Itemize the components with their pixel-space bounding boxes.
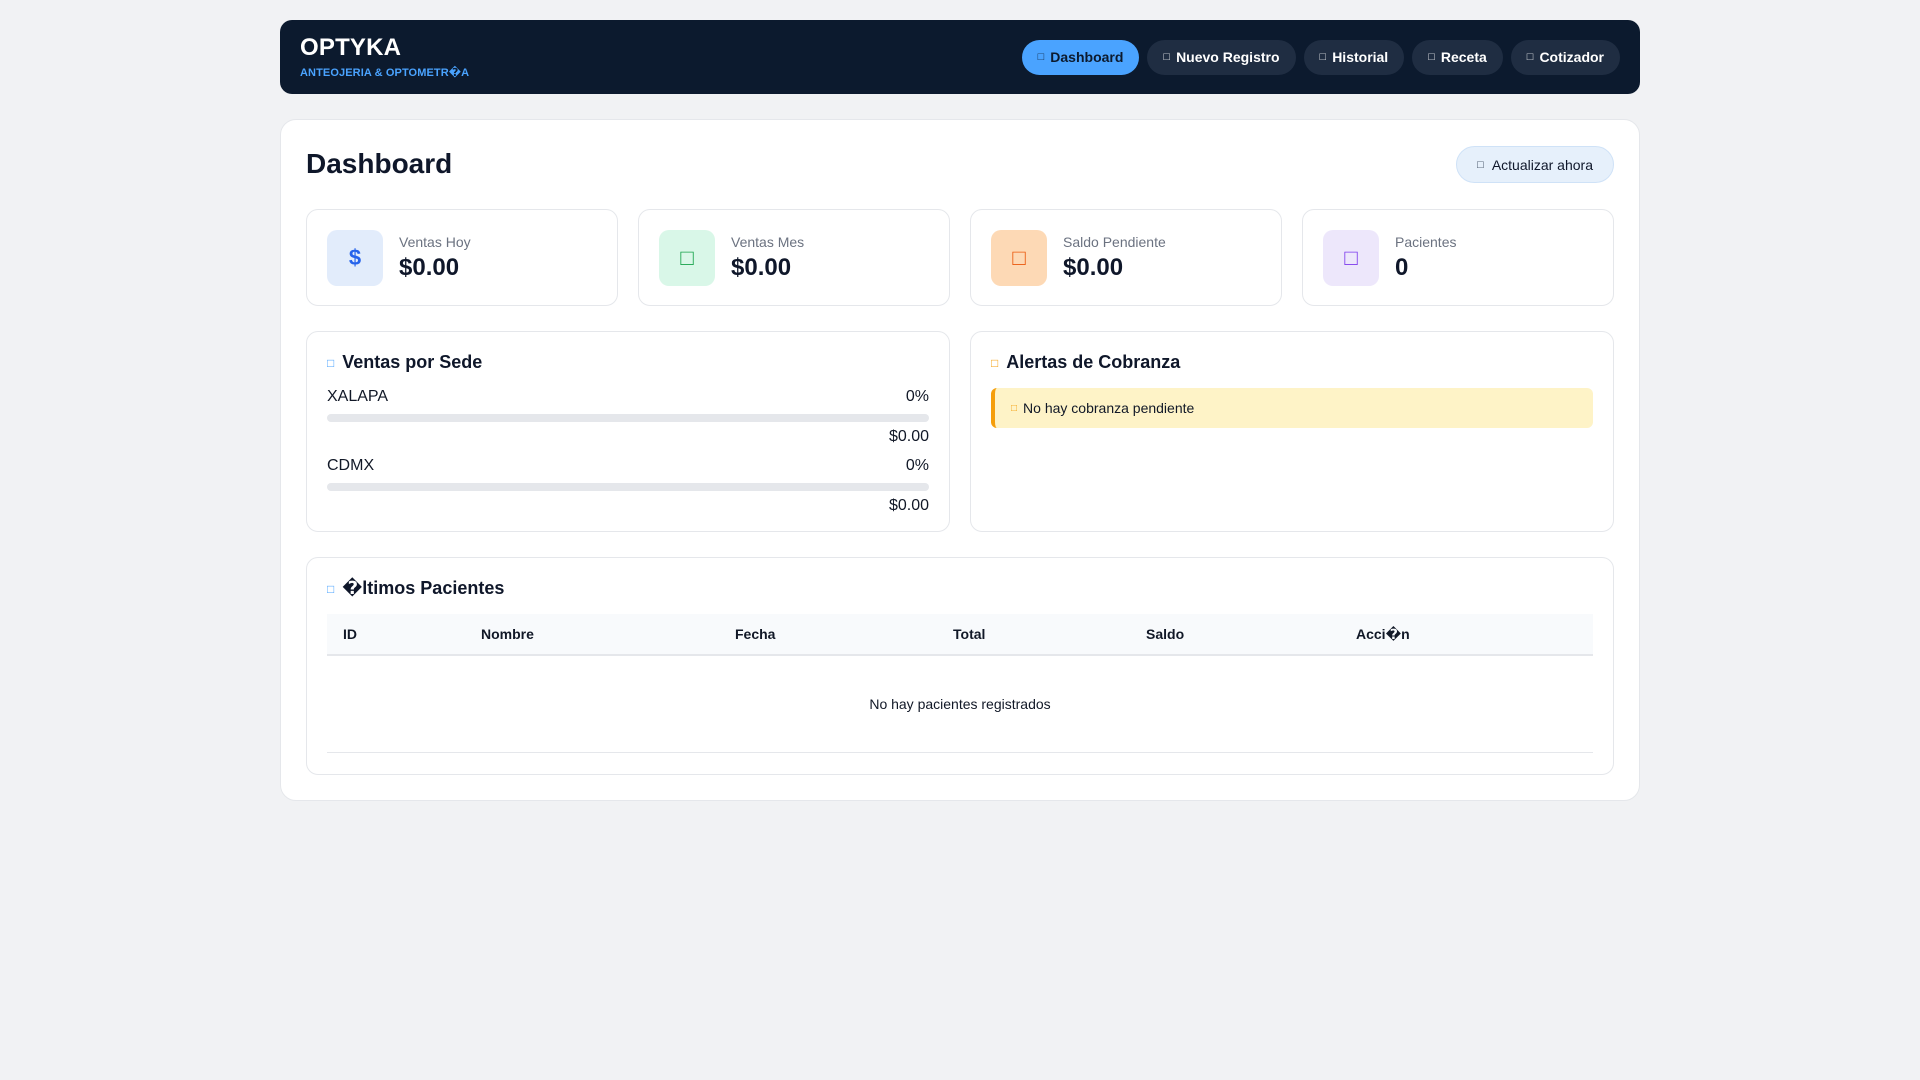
- main-nav: □ Dashboard □ Nuevo Registro □ Historial…: [1021, 39, 1620, 75]
- stats-row: $ Ventas Hoy $0.00 □ Ventas Mes $0.00 □ …: [306, 209, 1614, 306]
- sede-name: CDMX: [327, 457, 375, 474]
- refresh-label: Actualizar ahora: [1491, 156, 1593, 173]
- sede-amount: $0.00: [888, 428, 929, 445]
- sede-percent: 0%: [905, 388, 929, 405]
- stat-card-ventas-mes: □ Ventas Mes $0.00: [638, 209, 950, 306]
- sede-amount: $0.00: [888, 497, 929, 514]
- pacientes-title: �ltimos Pacientes: [342, 578, 505, 598]
- nav-receta-button[interactable]: □ Receta: [1412, 39, 1503, 75]
- alertas-cobranza-card: □ Alertas de Cobranza □ No hay cobranza …: [970, 331, 1614, 532]
- column-header-id: ID: [327, 614, 465, 656]
- column-header-fecha: Fecha: [719, 614, 937, 656]
- stat-label: Ventas Hoy: [399, 233, 471, 250]
- alertas-title: Alertas de Cobranza: [1006, 352, 1181, 372]
- building-icon: □: [327, 355, 335, 370]
- sede-name: XALAPA: [327, 388, 389, 405]
- card-title: □ Ventas por Sede: [327, 352, 482, 373]
- nav-receta-label: Receta: [1440, 49, 1487, 65]
- prescription-icon: □: [1428, 51, 1435, 63]
- brand-subtitle: ANTEOJERIA & OPTOMETR�A: [300, 66, 470, 79]
- refresh-icon: □: [1477, 158, 1484, 171]
- column-header-accion: Acci�n: [1340, 614, 1593, 656]
- top-navbar: OPTYKA ANTEOJERIA & OPTOMETR�A □ Dashboa…: [280, 20, 1640, 94]
- stat-value: $0.00: [1063, 253, 1124, 281]
- page-title: Dashboard: [306, 148, 453, 179]
- nav-dashboard-label: Dashboard: [1050, 49, 1124, 65]
- users-icon: □: [1323, 229, 1379, 286]
- warning-icon: □: [991, 355, 999, 370]
- cobranza-alert: □ No hay cobranza pendiente: [991, 388, 1593, 428]
- dashboard-panel: Dashboard □ Actualizar ahora $ Ventas Ho…: [280, 119, 1640, 801]
- sede-item-cdmx: CDMX 0% $0.00: [327, 457, 929, 515]
- ventas-por-sede-card: □ Ventas por Sede XALAPA 0% $0.00 CDMX 0…: [306, 331, 950, 532]
- ventas-sede-title: Ventas por Sede: [342, 352, 483, 372]
- clock-icon: □: [327, 581, 335, 596]
- plus-icon: □: [1163, 51, 1171, 63]
- stat-value: 0: [1395, 253, 1409, 281]
- column-header-nombre: Nombre: [465, 614, 719, 656]
- stat-card-saldo-pendiente: □ Saldo Pendiente $0.00: [970, 209, 1282, 306]
- refresh-button[interactable]: □ Actualizar ahora: [1456, 146, 1614, 183]
- gauge-icon: □: [1037, 51, 1045, 63]
- nav-historial-label: Historial: [1332, 49, 1389, 65]
- check-icon: □: [1011, 402, 1018, 414]
- column-header-total: Total: [937, 614, 1130, 656]
- stat-value: $0.00: [399, 253, 460, 281]
- sede-progress-bar: [327, 483, 929, 491]
- ultimos-pacientes-card: □ �ltimos Pacientes ID Nombre Fecha Tota…: [306, 557, 1614, 775]
- stat-label: Ventas Mes: [731, 233, 805, 250]
- nav-historial-button[interactable]: □ Historial: [1303, 39, 1405, 75]
- stat-card-pacientes: □ Pacientes 0: [1302, 209, 1614, 306]
- pacientes-table: ID Nombre Fecha Total Saldo Acci�n No ha…: [327, 614, 1593, 753]
- brand-title: OPTYKA: [300, 33, 402, 61]
- dollar-icon: $: [327, 229, 383, 286]
- nav-nuevo-registro-label: Nuevo Registro: [1176, 49, 1280, 65]
- sede-percent: 0%: [905, 457, 929, 474]
- column-header-saldo: Saldo: [1130, 614, 1340, 656]
- calendar-icon: □: [659, 229, 715, 286]
- stat-value: $0.00: [731, 253, 792, 281]
- table-row: No hay pacientes registrados: [327, 655, 1593, 753]
- empty-table-message: No hay pacientes registrados: [327, 655, 1593, 753]
- stat-label: Saldo Pendiente: [1063, 233, 1166, 250]
- calculator-icon: □: [1526, 51, 1534, 63]
- table-header-row: ID Nombre Fecha Total Saldo Acci�n: [327, 614, 1593, 656]
- brand: OPTYKA ANTEOJERIA & OPTOMETR�A: [300, 33, 470, 79]
- card-title: □ �ltimos Pacientes: [327, 578, 504, 599]
- wallet-icon: □: [991, 229, 1047, 286]
- sede-item-xalapa: XALAPA 0% $0.00: [327, 388, 929, 446]
- nav-cotizador-button[interactable]: □ Cotizador: [1510, 39, 1620, 75]
- nav-nuevo-registro-button[interactable]: □ Nuevo Registro: [1147, 39, 1296, 75]
- stat-card-ventas-hoy: $ Ventas Hoy $0.00: [306, 209, 618, 306]
- nav-cotizador-label: Cotizador: [1539, 49, 1604, 65]
- stat-label: Pacientes: [1395, 233, 1457, 250]
- sede-progress-bar: [327, 414, 929, 422]
- card-title: □ Alertas de Cobranza: [991, 352, 1180, 373]
- history-icon: □: [1319, 51, 1327, 63]
- nav-dashboard-button[interactable]: □ Dashboard: [1021, 39, 1140, 75]
- alert-message: No hay cobranza pendiente: [1023, 400, 1195, 416]
